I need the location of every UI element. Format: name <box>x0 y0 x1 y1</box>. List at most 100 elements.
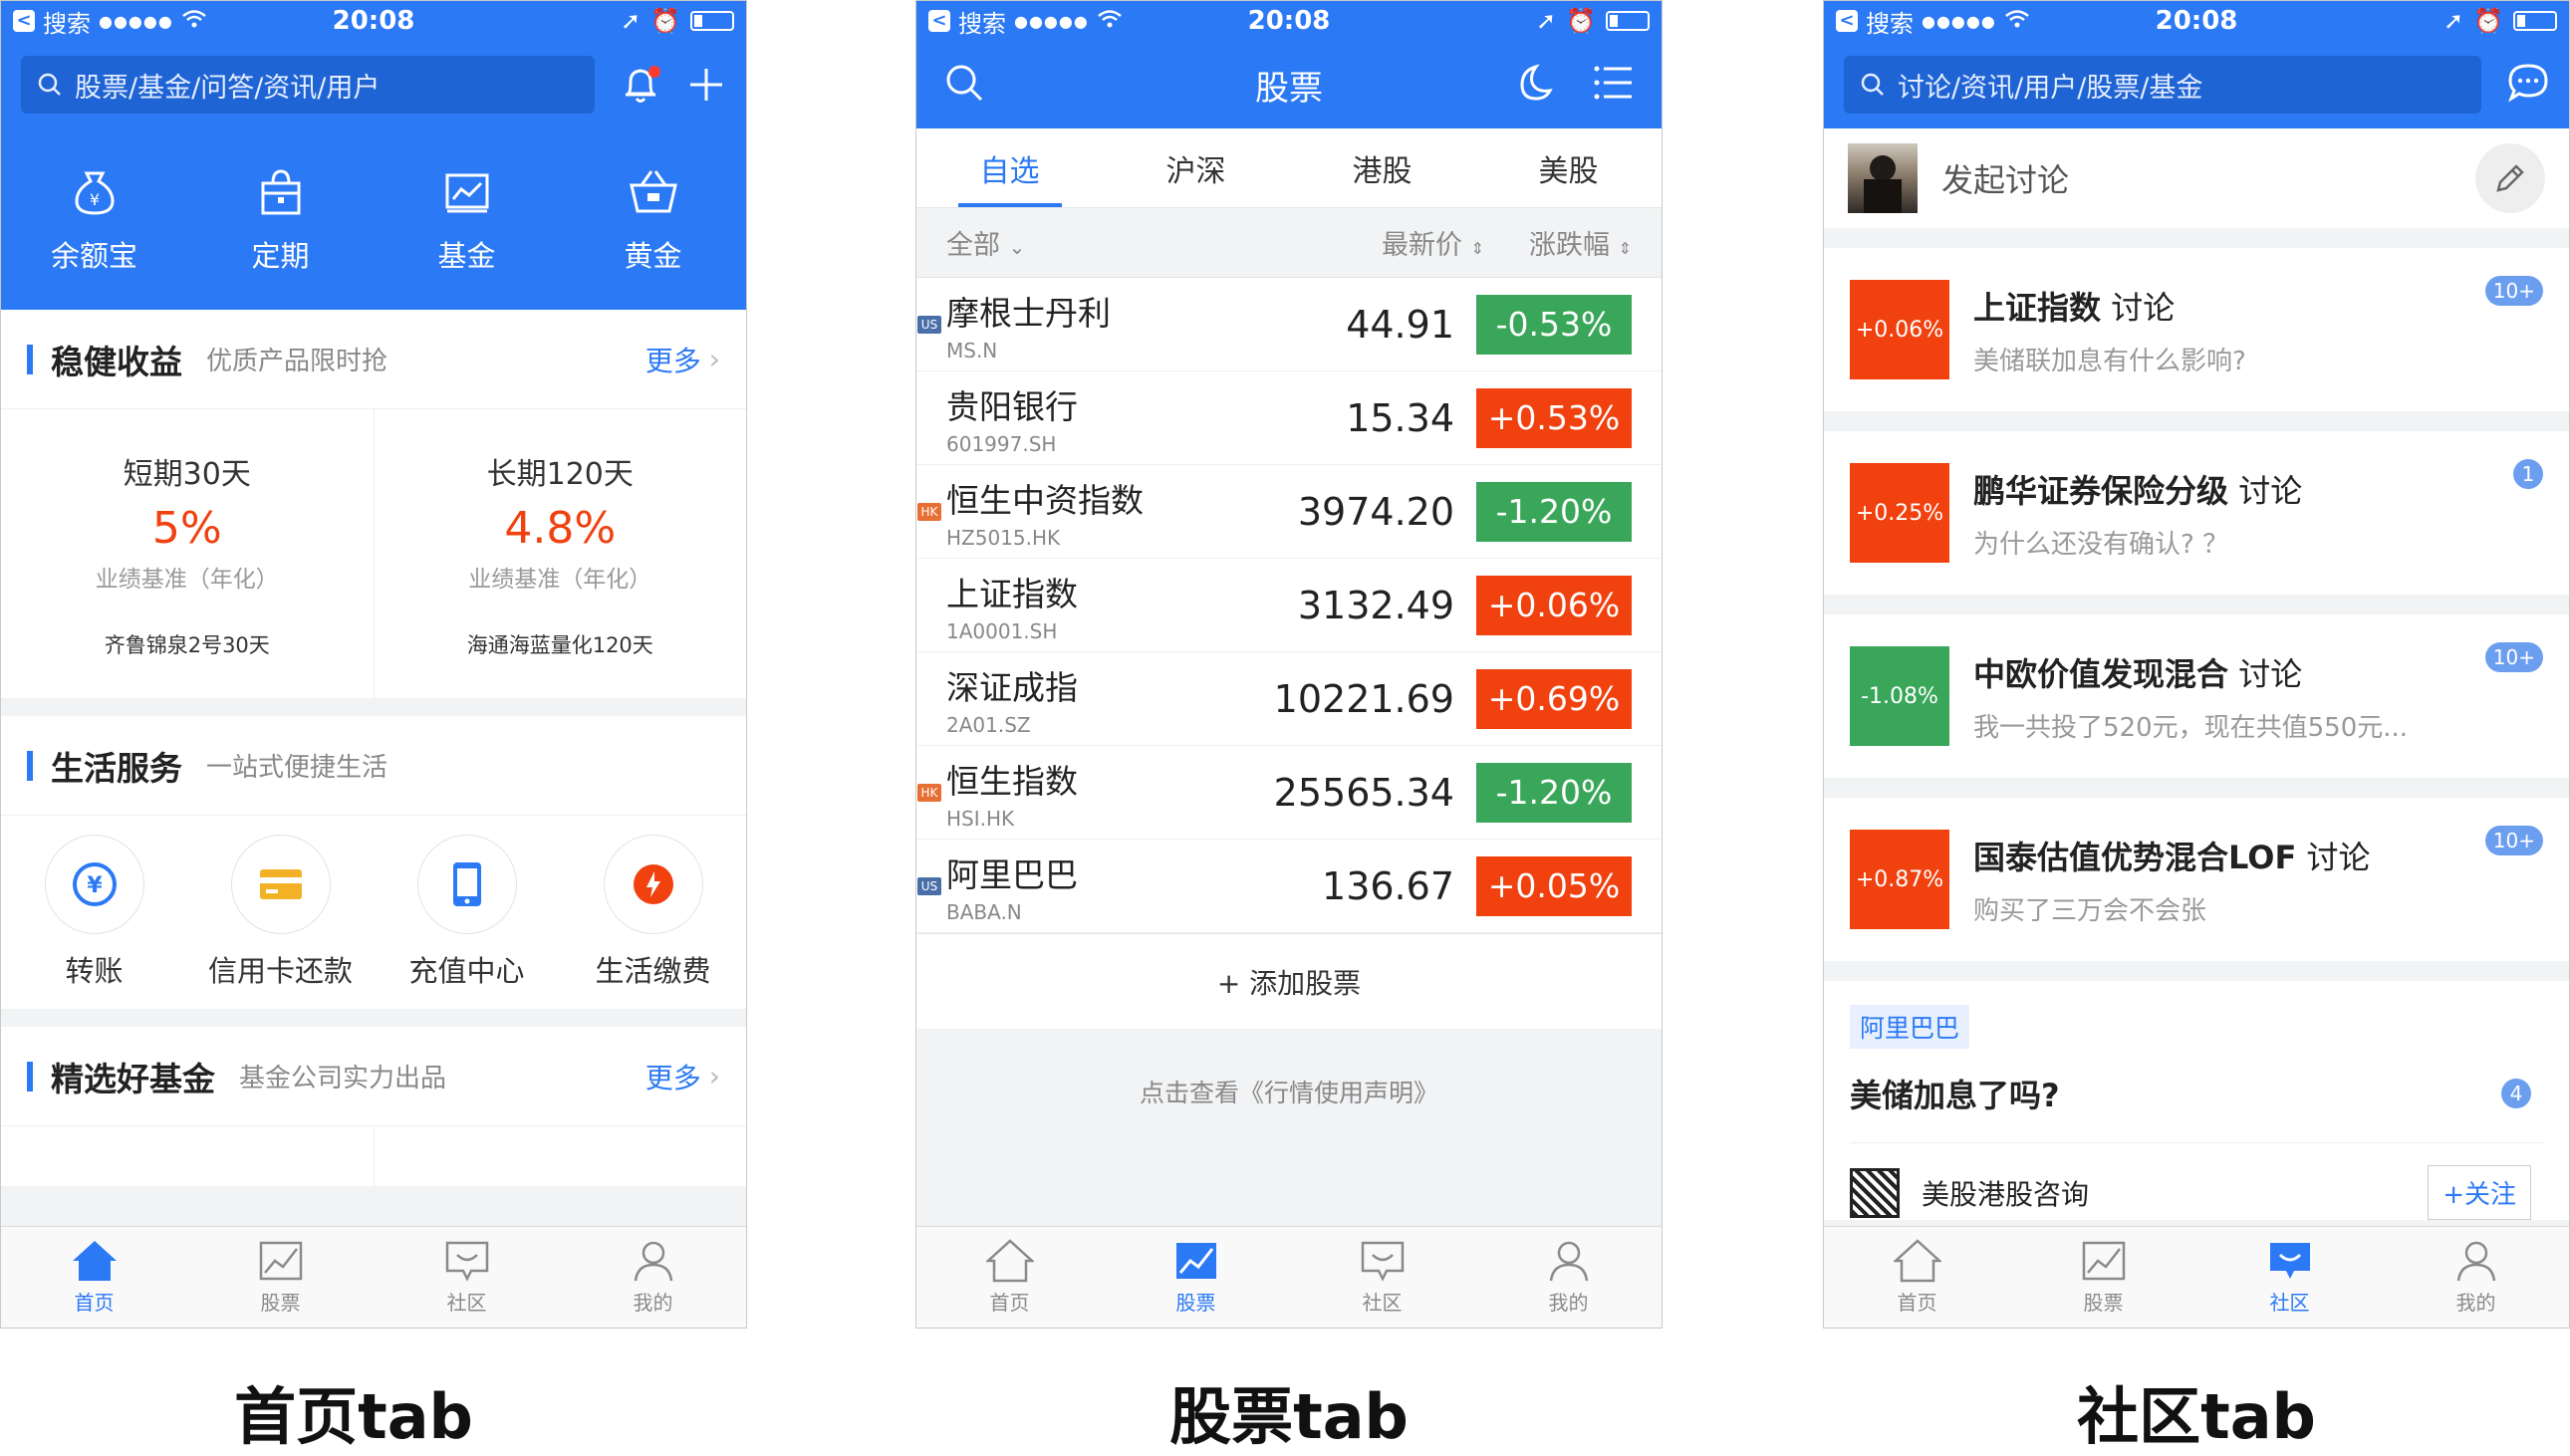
stock-row[interactable]: US 摩根士丹利 MS.N 44.91 -0.53% <box>916 278 1662 371</box>
filter-all[interactable]: 全部 ⌄ <box>946 223 1305 262</box>
nav-label: 首页 <box>1897 1291 1937 1315</box>
topic-card[interactable]: +0.06% 上证指数 讨论 美储联加息有什么影响? 10+ <box>1824 248 2569 411</box>
stock-code: BABA.N <box>946 899 1022 924</box>
community-header: < 搜索 ●●●●● 20:08 ➚ ⏰ 讨论/资讯/用户/股票/基金 <box>1824 1 2569 128</box>
chat-bubble-icon <box>1361 1241 1404 1282</box>
change-badge: -1.20% <box>1476 481 1632 542</box>
lock-bag-icon <box>261 169 300 215</box>
change-badge: +0.06% <box>1476 575 1632 635</box>
topic-desc: 购买了三万会不会张 <box>1973 895 2207 926</box>
wifi-icon <box>2004 7 2030 35</box>
quick-item-label: 黄金 <box>624 239 682 273</box>
stock-chart-icon <box>259 1241 302 1281</box>
user-icon <box>634 1241 672 1282</box>
more-link[interactable]: 更多 › <box>645 1057 720 1096</box>
topic-count-badge: 10+ <box>2484 276 2543 306</box>
nav-stocks[interactable]: 股票 <box>2010 1227 2196 1328</box>
market-tag: HK <box>917 502 941 521</box>
back-icon[interactable]: < <box>1836 10 1858 32</box>
bell-icon[interactable] <box>621 64 660 106</box>
product-period: 短期30天 <box>123 457 251 492</box>
nav-community[interactable]: 社区 <box>2196 1227 2383 1328</box>
nav-stocks[interactable]: 股票 <box>1103 1227 1289 1328</box>
back-icon[interactable]: < <box>13 10 35 32</box>
stock-row[interactable]: 上证指数 1A0001.SH 3132.49 +0.06% <box>916 559 1662 652</box>
night-mode-icon[interactable] <box>1514 63 1554 107</box>
nav-label: 首页 <box>74 1291 115 1315</box>
market-tag: US <box>917 315 941 334</box>
stock-row[interactable]: HK 恒生指数 HSI.HK 25565.34 -1.20% <box>916 746 1662 840</box>
list-menu-icon[interactable] <box>1594 65 1634 105</box>
search-input[interactable]: 讨论/资讯/用户/股票/基金 <box>1844 56 2481 114</box>
home-icon <box>72 1241 117 1281</box>
stock-row[interactable]: US 阿里巴巴 BABA.N 136.67 +0.05% <box>916 840 1662 933</box>
search-input[interactable]: 股票/基金/问答/资讯/用户 <box>21 56 595 114</box>
stock-row[interactable]: 深证成指 2A01.SZ 10221.69 +0.69% <box>916 652 1662 746</box>
search-icon[interactable] <box>944 63 984 107</box>
tab-shanghai-shenzhen[interactable]: 沪深 <box>1103 128 1289 207</box>
nav-me[interactable]: 我的 <box>1475 1227 1662 1328</box>
fund-cards-partial <box>1 1126 746 1186</box>
service-label: 转账 <box>65 954 124 988</box>
product-rate: 4.8% <box>504 503 617 554</box>
alarm-icon: ⏰ <box>2473 7 2503 35</box>
sort-change[interactable]: 涨跌幅 ⇕ <box>1484 223 1632 262</box>
tab-hongkong[interactable]: 港股 <box>1289 128 1475 207</box>
stock-code: 601997.SH <box>946 431 1057 456</box>
carrier-label: 搜索 <box>1866 9 1914 38</box>
search-placeholder: 讨论/资讯/用户/股票/基金 <box>1898 72 2203 104</box>
add-icon[interactable] <box>686 65 726 105</box>
steady-section-header: 稳健收益 优质产品限时抢 更多 › <box>1 310 746 409</box>
add-stock-button[interactable]: + 添加股票 <box>916 933 1662 1029</box>
tab-us[interactable]: 美股 <box>1475 128 1662 207</box>
quick-item-gold[interactable]: 黄金 <box>560 163 746 275</box>
nav-me[interactable]: 我的 <box>560 1227 746 1328</box>
topic-card[interactable]: +0.25% 鹏华证券保险分级 讨论 为什么还没有确认? ？ 1 <box>1824 431 2569 595</box>
stock-price: 15.34 <box>1346 395 1454 440</box>
nav-label: 我的 <box>2455 1291 2496 1315</box>
bottom-nav: 首页 股票 社区 我的 <box>916 1226 1662 1328</box>
nav-home[interactable]: 首页 <box>1 1227 187 1328</box>
sort-price[interactable]: 最新价 ⇕ <box>1305 223 1484 262</box>
chat-bubble-icon <box>2269 1243 2310 1279</box>
stock-row[interactable]: HK 恒生中资指数 HZ5015.HK 3974.20 -1.20% <box>916 465 1662 559</box>
section-subtitle: 优质产品限时抢 <box>206 347 388 376</box>
edit-icon[interactable] <box>2475 143 2545 213</box>
topic-card[interactable]: -1.08% 中欧价值发现混合 讨论 我一共投了520元，现在共值550元... 10… <box>1824 614 2569 778</box>
message-icon[interactable] <box>2507 63 2549 107</box>
tab-watchlist[interactable]: 自选 <box>916 128 1103 207</box>
service-credit-card[interactable]: 信用卡还款 <box>187 835 374 990</box>
post-card[interactable]: 阿里巴巴 美储加息了吗? 4 美股港股咨询 +关注 <box>1824 981 2569 1220</box>
quick-item-fund[interactable]: 基金 <box>374 163 560 275</box>
topic-change-box: +0.06% <box>1850 280 1949 379</box>
nav-home[interactable]: 首页 <box>1824 1227 2010 1328</box>
location-icon: ➚ <box>2442 7 2464 35</box>
topic-name: 中欧价值发现混合 <box>1973 654 2229 693</box>
disclaimer-link[interactable]: 点击查看《行情使用声明》 <box>916 1047 1662 1136</box>
nav-home[interactable]: 首页 <box>916 1227 1103 1328</box>
post-tag[interactable]: 阿里巴巴 <box>1850 1005 1970 1049</box>
nav-label: 我的 <box>633 1291 673 1315</box>
more-link[interactable]: 更多 › <box>645 340 720 379</box>
status-bar: < 搜索 ●●●●● 20:08 ➚ ⏰ <box>1824 1 2569 41</box>
stock-code: HSI.HK <box>946 806 1015 831</box>
stock-row[interactable]: 贵阳银行 601997.SH 15.34 +0.53% <box>916 371 1662 465</box>
product-card[interactable]: 短期30天 5% 业绩基准（年化） 齐鲁锦泉2号30天 <box>1 409 375 698</box>
topic-card[interactable]: +0.87% 国泰估值优势混合LOF 讨论 购买了三万会不会张 10+ <box>1824 798 2569 961</box>
battery-icon <box>689 11 734 31</box>
back-icon[interactable]: < <box>928 10 950 32</box>
nav-community[interactable]: 社区 <box>1289 1227 1475 1328</box>
chevron-right-icon: › <box>708 343 720 375</box>
steady-cards: 短期30天 5% 业绩基准（年化） 齐鲁锦泉2号30天 长期120天 4.8% … <box>1 409 746 698</box>
nav-stocks[interactable]: 股票 <box>187 1227 374 1328</box>
compose-row[interactable]: 发起讨论 <box>1824 128 2569 228</box>
quick-item-dingqi[interactable]: 定期 <box>187 163 374 275</box>
quick-item-yuebao[interactable]: ¥ 余额宝 <box>1 163 187 275</box>
service-recharge[interactable]: 充值中心 <box>374 835 560 990</box>
service-transfer[interactable]: ¥ 转账 <box>1 835 187 990</box>
follow-button[interactable]: +关注 <box>2428 1165 2531 1220</box>
nav-community[interactable]: 社区 <box>374 1227 560 1328</box>
product-card[interactable]: 长期120天 4.8% 业绩基准（年化） 海通海蓝量化120天 <box>375 409 747 698</box>
nav-me[interactable]: 我的 <box>2383 1227 2569 1328</box>
service-utilities[interactable]: 生活缴费 <box>560 835 746 990</box>
